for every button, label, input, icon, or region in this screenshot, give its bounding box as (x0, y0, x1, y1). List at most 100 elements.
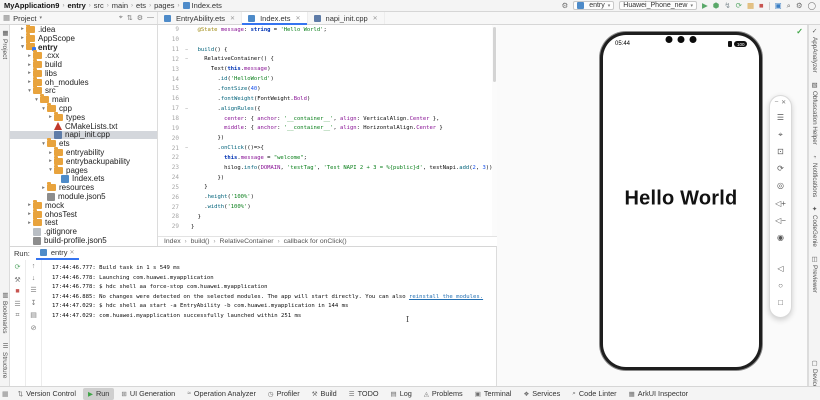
tree-item-ets[interactable]: ▾ets (10, 139, 157, 148)
debug-button[interactable]: ⬢ (713, 2, 720, 10)
power-icon[interactable]: ◉ (777, 234, 784, 242)
bottom-tab-run[interactable]: ▶Run (83, 388, 114, 400)
settings-sync-icon[interactable]: ⚙ (561, 2, 568, 10)
tree-arrow-icon[interactable]: ▸ (47, 158, 54, 164)
up-stack-icon[interactable]: ↑ (32, 263, 36, 270)
tree-item-module-json5[interactable]: module.json5 (10, 192, 157, 201)
tree-arrow-icon[interactable]: ▸ (26, 202, 33, 208)
sidebar-item-previewer[interactable]: ◫Previewer (811, 256, 818, 293)
sidebar-item-structure[interactable]: ☰Structure (1, 342, 9, 378)
editor-tab-index-ets[interactable]: Index.ets✕ (242, 12, 307, 24)
device-manager-icon[interactable]: ▣ (775, 2, 782, 10)
tree-arrow-icon[interactable]: ▾ (26, 88, 33, 94)
tree-arrow-icon[interactable]: ▾ (19, 44, 26, 50)
tree-arrow-icon[interactable]: ▸ (26, 70, 33, 76)
scrollbar-thumb[interactable] (493, 27, 496, 82)
tree-item-cpp[interactable]: ▾cpp (10, 104, 157, 113)
fold-marker-icon[interactable]: − (182, 145, 191, 151)
close-icon[interactable]: ✕ (70, 249, 75, 256)
print-icon[interactable]: ▤ (30, 311, 37, 319)
tree-arrow-icon[interactable]: ▾ (40, 141, 47, 147)
bottom-tab-todo[interactable]: ☰TODO (344, 388, 384, 400)
device-selector[interactable]: Huawei_Phone_new ▾ (619, 1, 697, 10)
run-config-selector[interactable]: entry ▾ (573, 1, 614, 10)
bottom-tab-profiler[interactable]: ◷Profiler (263, 388, 305, 400)
project-panel-title[interactable]: Project (13, 14, 36, 23)
editor-tab-entryability-ets[interactable]: EntryAbility.ets✕ (158, 12, 242, 24)
tree-item-index-ets[interactable]: Index.ets (10, 175, 157, 184)
scroll-to-end-icon[interactable]: ↧ (31, 299, 37, 307)
bottom-tab-operation-analyzer[interactable]: ≈Operation Analyzer (182, 388, 261, 400)
tree-item--gitignore[interactable]: .gitignore (10, 227, 157, 236)
search-icon[interactable]: ⌕ (787, 2, 791, 10)
rerun-icon[interactable]: ⟳ (15, 263, 21, 271)
bottom-tab-services[interactable]: ❖Services (518, 388, 565, 400)
tree-item-napi-init-cpp[interactable]: napi_init.cpp (10, 131, 157, 140)
volume-down-icon[interactable]: ◁− (775, 217, 786, 225)
tree-arrow-icon[interactable]: ▸ (26, 62, 33, 68)
menu-icon[interactable]: ☰ (777, 114, 784, 122)
sidebar-item-notifications[interactable]: ◔Notifications (811, 154, 818, 197)
tree-arrow-icon[interactable]: ▸ (19, 35, 26, 41)
bottom-tab-code-linter[interactable]: ⌕Code Linter (567, 388, 621, 400)
code-editor[interactable]: 9 @State message: string = 'Hello World'… (158, 25, 497, 236)
bottom-tab-ui-generation[interactable]: ⊞UI Generation (116, 388, 180, 400)
tree-item-entryability[interactable]: ▸entryability (10, 148, 157, 157)
close-icon[interactable]: ✕ (230, 15, 235, 22)
tree-arrow-icon[interactable]: ▸ (47, 150, 54, 156)
close-icon[interactable]: ✕ (296, 15, 301, 22)
minimize-icon[interactable]: – (775, 99, 778, 106)
tree-arrow-icon[interactable]: ▾ (40, 106, 47, 112)
pin-icon[interactable]: ⌗ (16, 312, 20, 320)
locate-file-icon[interactable]: ⌖ (119, 14, 123, 22)
tree-arrow-icon[interactable]: ▸ (40, 185, 47, 191)
stop-icon[interactable]: ■ (15, 288, 19, 295)
soft-wrap-icon[interactable]: ☰ (30, 286, 36, 294)
collapse-all-icon[interactable]: ⇅ (127, 14, 133, 22)
fold-marker-icon[interactable]: − (182, 56, 191, 62)
breadcrumb-item[interactable]: ets (136, 1, 146, 10)
phone-screen[interactable]: 05:44 100 Hello World (603, 35, 759, 367)
rotate-icon[interactable]: ⟳ (777, 165, 784, 173)
panel-settings-icon[interactable]: ⚙ (137, 14, 143, 22)
tree-arrow-icon[interactable]: ▸ (26, 53, 33, 59)
breadcrumb-item[interactable]: main (112, 1, 128, 10)
down-stack-icon[interactable]: ↓ (32, 275, 36, 282)
run-tab-entry[interactable]: entry ✕ (36, 247, 79, 260)
tree-item-mock[interactable]: ▸mock (10, 201, 157, 210)
dashboard-icon[interactable]: ☰ (14, 300, 20, 308)
breadcrumb-item[interactable]: src (94, 1, 104, 10)
close-icon[interactable]: ✕ (373, 15, 378, 22)
attach-debugger-button[interactable]: ↯ (724, 2, 730, 10)
breadcrumb-item[interactable]: MyApplication9 (4, 1, 59, 10)
hello-world-text[interactable]: Hello World (603, 188, 759, 211)
location-icon[interactable]: ◎ (777, 182, 784, 190)
tree-arrow-icon[interactable]: ▾ (47, 167, 54, 173)
run-button[interactable]: ▶ (702, 2, 708, 10)
bottom-tab-version-control[interactable]: ⇅Version Control (13, 388, 81, 400)
stop-button[interactable]: ■ (759, 2, 764, 10)
breadcrumb-item[interactable]: pages (154, 1, 174, 10)
profile-icon[interactable]: ◯ (808, 2, 816, 10)
tree-item-resources[interactable]: ▸resources (10, 183, 157, 192)
fold-marker-icon[interactable]: − (182, 106, 191, 112)
tree-arrow-icon[interactable]: ▸ (19, 26, 26, 32)
bottom-tab-log[interactable]: ▤Log (386, 388, 417, 400)
close-icon[interactable]: ✕ (781, 99, 786, 106)
pointer-icon[interactable]: ⌖ (778, 131, 783, 139)
bottom-tab-arkui-inspector[interactable]: ▦ArkUI Inspector (624, 388, 693, 400)
editor-breadcrumb-item[interactable]: Index (164, 238, 181, 245)
reinstall-modules-link[interactable]: reinstall the modules. (409, 294, 483, 300)
clear-icon[interactable]: ⊘ (31, 324, 37, 332)
tree-item-build[interactable]: ▸build (10, 60, 157, 69)
tree-item-entrybackupability[interactable]: ▸entrybackupability (10, 157, 157, 166)
volume-up-icon[interactable]: ◁+ (775, 200, 786, 208)
home-button[interactable]: ○ (778, 282, 783, 290)
tree-arrow-icon[interactable]: ▸ (26, 79, 33, 85)
sidebar-item-bookmarks[interactable]: ▥Bookmarks (1, 291, 9, 334)
tree-item-build-profile-json5[interactable]: build-profile.json5 (10, 236, 157, 245)
profiler-button[interactable]: ▦ (747, 2, 754, 10)
back-button[interactable]: ◁ (777, 265, 783, 273)
tree-arrow-icon[interactable]: ▸ (26, 220, 33, 226)
screenshot-icon[interactable]: ⊡ (777, 148, 784, 156)
